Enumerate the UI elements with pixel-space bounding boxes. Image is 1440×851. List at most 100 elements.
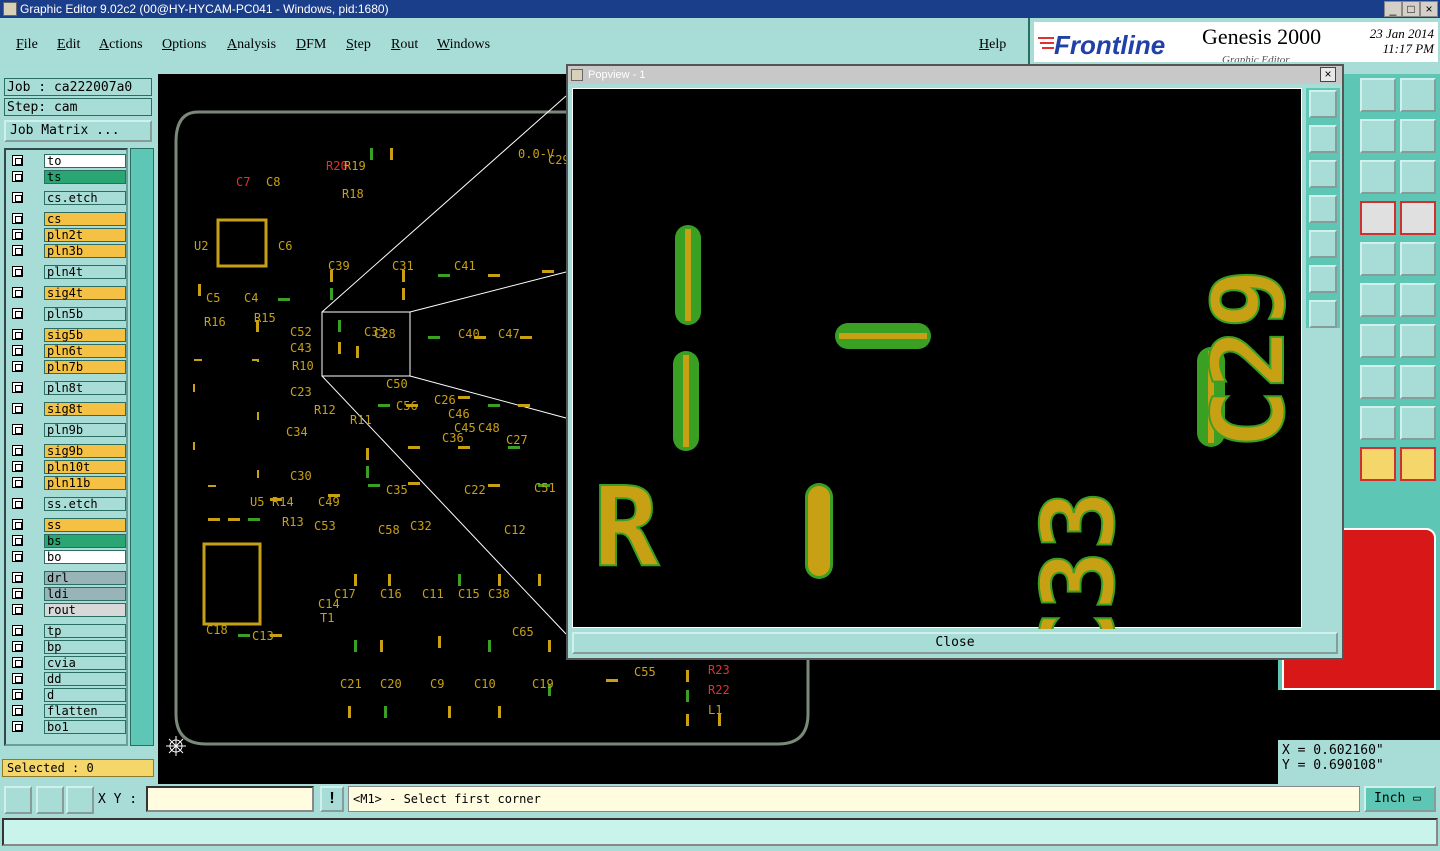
layer-checkbox[interactable] (12, 155, 23, 166)
layer-name[interactable]: to (44, 154, 126, 168)
layer-row-flatten[interactable]: flatten (10, 704, 126, 718)
layer-checkbox[interactable] (12, 424, 23, 435)
layer-name[interactable]: pln9b (44, 423, 126, 437)
layer-row-rout[interactable]: rout (10, 603, 126, 617)
layer-name[interactable]: bo (44, 550, 126, 564)
layer-name[interactable]: pln4t (44, 265, 126, 279)
layer-name[interactable]: sig9b (44, 444, 126, 458)
menu-windows[interactable]: Windows (437, 37, 490, 53)
layer-row-sig9b[interactable]: sig9b (10, 444, 126, 458)
layer-checkbox[interactable] (12, 572, 23, 583)
close-icon[interactable]: × (1420, 1, 1438, 17)
layer-checkbox[interactable] (12, 477, 23, 488)
layer-row-pln8t[interactable]: pln8t (10, 381, 126, 395)
layer-checkbox[interactable] (12, 673, 23, 684)
minimize-icon[interactable]: _ (1384, 1, 1402, 17)
layer-checkbox[interactable] (12, 498, 23, 509)
layer-name[interactable]: cs.etch (44, 191, 126, 205)
layer-list-scrollbar[interactable] (130, 148, 154, 746)
layer-name[interactable]: flatten (44, 704, 126, 718)
ruler-icon[interactable] (1360, 242, 1396, 276)
select-arrow-icon[interactable] (1360, 447, 1396, 481)
layer-name[interactable]: sig5b (44, 328, 126, 342)
zoom-out-icon[interactable] (1309, 160, 1337, 188)
dimension-icon[interactable] (1360, 365, 1396, 399)
layer-checkbox[interactable] (12, 705, 23, 716)
layer-checkbox[interactable] (12, 192, 23, 203)
layer-row-pln10t[interactable]: pln10t (10, 460, 126, 474)
home-view-icon[interactable] (1360, 78, 1396, 112)
layer-row-sig4t[interactable]: sig4t (10, 286, 126, 300)
text-ff-icon[interactable] (1400, 324, 1436, 358)
layer-name[interactable]: cvia (44, 656, 126, 670)
layer-checkbox[interactable] (12, 266, 23, 277)
layer-row-bp[interactable]: bp (10, 640, 126, 654)
layer-checkbox[interactable] (12, 361, 23, 372)
units-selector[interactable]: Inch ▭ (1364, 786, 1436, 812)
layer-row-ss.etch[interactable]: ss.etch (10, 497, 126, 511)
layer-name[interactable]: pln6t (44, 344, 126, 358)
layer-name[interactable]: rout (44, 603, 126, 617)
menu-file[interactable]: File (16, 37, 38, 53)
layer-checkbox[interactable] (12, 287, 23, 298)
layer-name[interactable]: bs (44, 534, 126, 548)
layer-checkbox[interactable] (12, 721, 23, 732)
popview-close-button[interactable]: Close (572, 632, 1338, 654)
layer-name[interactable]: ss.etch (44, 497, 126, 511)
layer-row-pln11b[interactable]: pln11b (10, 476, 126, 490)
layer-checkbox[interactable] (12, 641, 23, 652)
circle-pad-icon[interactable] (1400, 242, 1436, 276)
layer-row-sig8t[interactable]: sig8t (10, 402, 126, 416)
pad-snap-icon[interactable] (1360, 283, 1396, 317)
snap-grid-icon[interactable] (66, 786, 94, 814)
layer-row-d[interactable]: d (10, 688, 126, 702)
job-matrix-button[interactable]: Job Matrix ... (4, 120, 152, 142)
layer-name[interactable]: dd (44, 672, 126, 686)
layer-row-dd[interactable]: dd (10, 672, 126, 686)
center-icon[interactable] (1309, 300, 1337, 328)
layer-name[interactable]: cs (44, 212, 126, 226)
layer-checkbox[interactable] (12, 403, 23, 414)
measure-icon[interactable] (36, 786, 64, 814)
layer-name[interactable]: sig8t (44, 402, 126, 416)
layer-checkbox[interactable] (12, 551, 23, 562)
redo-view-icon[interactable] (1400, 119, 1436, 153)
layer-checkbox[interactable] (12, 689, 23, 700)
zoom-area-icon[interactable] (4, 786, 32, 814)
layer-row-pln4t[interactable]: pln4t (10, 265, 126, 279)
layer-checkbox[interactable] (12, 308, 23, 319)
scale-1-2-icon[interactable] (1360, 160, 1396, 194)
menu-help[interactable]: Help (979, 37, 1006, 53)
layer-name[interactable]: tp (44, 624, 126, 638)
layer-row-sig5b[interactable]: sig5b (10, 328, 126, 342)
window-view-icon[interactable] (1400, 78, 1436, 112)
angle-a2-icon[interactable] (1400, 406, 1436, 440)
layer-row-cs.etch[interactable]: cs.etch (10, 191, 126, 205)
layer-row-pln2t[interactable]: pln2t (10, 228, 126, 242)
layer-checkbox[interactable] (12, 445, 23, 456)
layer-row-bs[interactable]: bs (10, 534, 126, 548)
layer-name[interactable]: sig4t (44, 286, 126, 300)
layer-name[interactable]: pln8t (44, 381, 126, 395)
layer-name[interactable]: bp (44, 640, 126, 654)
layer-checkbox[interactable] (12, 382, 23, 393)
layer-name[interactable]: ldi (44, 587, 126, 601)
layer-name[interactable]: pln3b (44, 244, 126, 258)
net-icon[interactable] (1360, 201, 1396, 235)
layer-row-bo[interactable]: bo (10, 550, 126, 564)
menu-step[interactable]: Step (346, 37, 371, 53)
layer-checkbox[interactable] (12, 329, 23, 340)
layer-checkbox[interactable] (12, 519, 23, 530)
undo-view-icon[interactable] (1360, 119, 1396, 153)
menu-analysis[interactable]: Analysis (227, 37, 276, 53)
layer-row-pln6t[interactable]: pln6t (10, 344, 126, 358)
layer-checkbox[interactable] (12, 245, 23, 256)
layer-checkbox[interactable] (12, 588, 23, 599)
layer-row-ldi[interactable]: ldi (10, 587, 126, 601)
layer-checkbox[interactable] (12, 461, 23, 472)
layer-row-drl[interactable]: drl (10, 571, 126, 585)
help-query-icon[interactable] (1400, 160, 1436, 194)
arc-icon[interactable] (1360, 324, 1396, 358)
layer-checkbox[interactable] (12, 213, 23, 224)
menu-options[interactable]: Options (162, 37, 206, 53)
